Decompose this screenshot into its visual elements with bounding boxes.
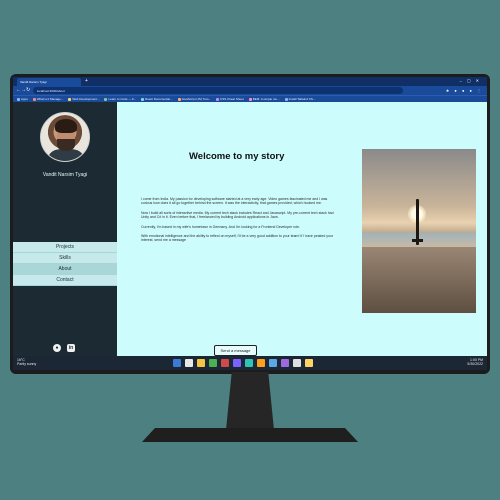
taskbar-app-icon[interactable]	[209, 359, 217, 367]
monitor-stand-neck	[226, 372, 274, 430]
bookmark-item[interactable]: Install Tailwind CS...	[284, 97, 316, 101]
bookmark-icon	[177, 97, 181, 101]
nav-item-projects[interactable]: Projects	[13, 242, 117, 253]
bookmark-label: JavaScript (JS) Tuto...	[181, 97, 212, 101]
bookmark-label: React Documentat...	[145, 97, 173, 101]
bookmark-item[interactable]: React Documentat...	[141, 97, 173, 101]
taskbar-app-icon[interactable]	[233, 359, 241, 367]
bookmark-item[interactable]: What is it Manage...	[32, 97, 64, 101]
bio-paragraph: Now I build all sorts of interactive med…	[141, 210, 334, 220]
send-message-button[interactable]: Send a message	[214, 345, 257, 356]
bookmark-item[interactable]: JavaScript (JS) Tuto...	[177, 97, 212, 101]
monitor-screen: Vandit Narsim Tyagi + –▢✕ ← → ↻ localhos…	[13, 77, 487, 370]
profile-name: Vandit Narsim Tyagi	[42, 172, 88, 178]
system-tray[interactable]: 1:00 PM 5/30/2022	[467, 358, 483, 366]
taskbar-app-icon[interactable]	[269, 359, 277, 367]
browser-tab[interactable]: Vandit Narsim Tyagi	[17, 78, 81, 86]
new-tab-icon[interactable]: +	[85, 78, 88, 84]
bookmark-item[interactable]: Learn to Code — F...	[104, 97, 136, 101]
taskbar-app-icon[interactable]	[221, 359, 229, 367]
bookmark-label: Learn to Code — F...	[108, 97, 137, 101]
address-bar[interactable]: localhost:3000/about	[33, 87, 403, 94]
bookmark-icon	[248, 97, 252, 101]
browser-toolbar: ← → ↻ localhost:3000/about ★ ● ● ● ⋮	[13, 86, 487, 95]
bookmark-icon	[216, 97, 220, 101]
bio-paragraph: Currently, I'm based in my wife's hometo…	[141, 224, 301, 229]
avatar	[40, 112, 90, 162]
page-title: Welcome to my story	[189, 151, 285, 162]
taskbar-app-icon[interactable]	[281, 359, 289, 367]
bookmark-label: Apps	[21, 97, 28, 101]
taskbar: 16°C Partly sunny 1:00 PM 5/30/2022	[13, 356, 487, 370]
bookmark-item[interactable]: Apps	[17, 97, 28, 101]
taskbar-app-icon[interactable]	[245, 359, 253, 367]
social-links: ● in	[53, 344, 75, 352]
bookmark-icon	[141, 97, 145, 101]
github-icon[interactable]: ●	[53, 344, 61, 352]
monitor-stand-base	[142, 428, 358, 442]
sidebar: Vandit Narsim Tyagi Projects Skills Abou…	[13, 102, 117, 356]
bookmark-label: CSS Cheat Sheet	[220, 97, 244, 101]
taskbar-app-icon[interactable]	[257, 359, 265, 367]
bookmark-icon	[284, 97, 288, 101]
taskbar-app-icon[interactable]	[197, 359, 205, 367]
main-content: Welcome to my story I come from India. M…	[117, 102, 487, 356]
clock-date: 5/30/2022	[467, 362, 483, 366]
bookmark-icon	[104, 97, 108, 101]
bookmark-label: Install Tailwind CS...	[288, 97, 316, 101]
bookmark-item[interactable]: Web Development...	[68, 97, 99, 101]
linkedin-icon[interactable]: in	[67, 344, 75, 352]
bookmark-item[interactable]: BEM: A simple mo...	[248, 97, 280, 101]
taskbar-app-icon[interactable]	[173, 359, 181, 367]
bookmarks-bar: Apps What is it Manage... Web Development.…	[13, 95, 487, 102]
bookmark-icon	[32, 97, 36, 101]
taskbar-app-icon[interactable]	[305, 359, 313, 367]
window-controls[interactable]: –▢✕	[460, 78, 484, 83]
taskbar-app-icon[interactable]	[185, 359, 193, 367]
extensions-icons[interactable]: ★ ● ● ● ⋮	[446, 88, 483, 93]
sidebar-nav: Projects Skills About Contact	[13, 242, 117, 286]
bookmark-icon	[68, 97, 72, 101]
bookmark-item[interactable]: CSS Cheat Sheet	[216, 97, 244, 101]
weather-widget[interactable]: 16°C Partly sunny	[17, 358, 36, 366]
bookmark-label: BEM: A simple mo...	[252, 97, 280, 101]
bookmark-label: What is it Manage...	[36, 97, 64, 101]
bookmark-label: Web Development...	[72, 97, 100, 101]
browser-tab-bar: Vandit Narsim Tyagi + –▢✕	[13, 77, 487, 86]
bio-text: I come from India. My passion for develo…	[141, 197, 335, 248]
nav-item-contact[interactable]: Contact	[13, 275, 117, 286]
taskbar-apps	[173, 359, 313, 367]
bio-paragraph: I come from India. My passion for develo…	[141, 197, 328, 206]
taskbar-app-icon[interactable]	[293, 359, 301, 367]
weather-desc: Partly sunny	[17, 362, 37, 366]
beach-handstand-photo	[362, 149, 476, 313]
bio-paragraph: With emotional intelligence and the abil…	[141, 234, 334, 243]
nav-item-about[interactable]: About	[13, 264, 117, 275]
bookmark-icon	[17, 97, 20, 101]
nav-item-skills[interactable]: Skills	[13, 253, 117, 264]
reload-icon[interactable]: ↻	[26, 87, 30, 93]
